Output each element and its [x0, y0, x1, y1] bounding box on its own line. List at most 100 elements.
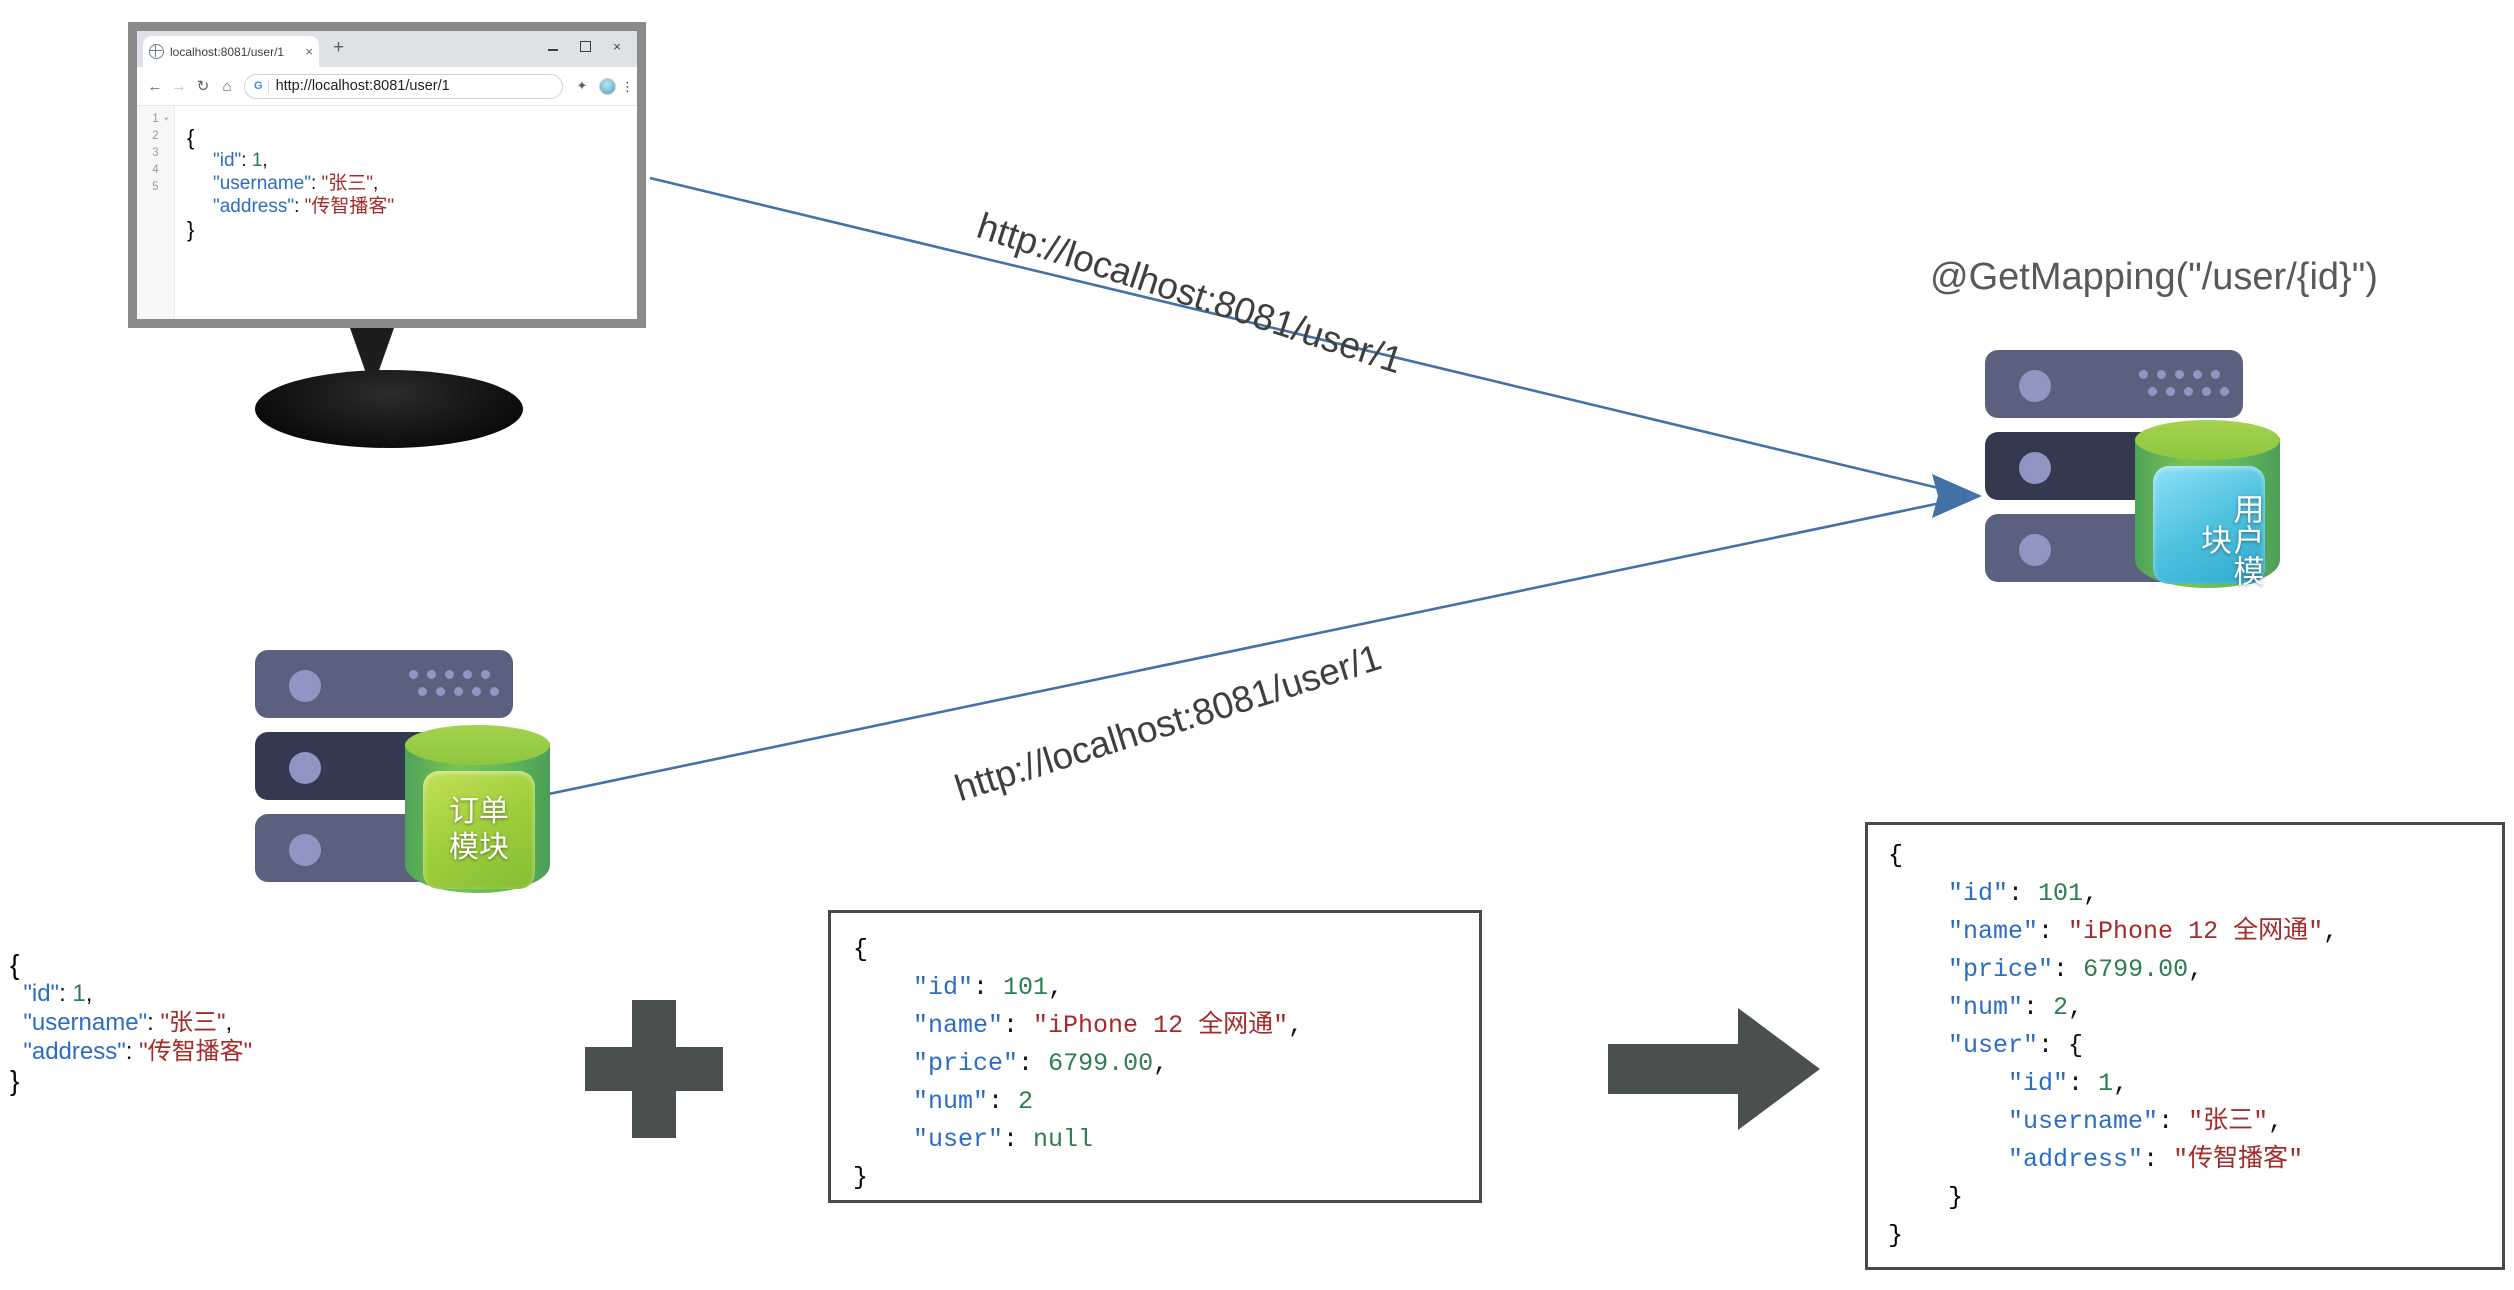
json-row: "id": 1, [10, 979, 252, 1008]
connector-order-to-user [519, 498, 1956, 802]
json-value: "张三" [2188, 1107, 2269, 1136]
json-row: "address": "传智播客" [187, 195, 637, 218]
monitor-stand-base [255, 370, 523, 448]
merged-json-box: { "id": 101, "name": "iPhone 12 全网通", "p… [1865, 822, 2505, 1270]
json-row: "price": 6799.00, [1888, 951, 2502, 989]
json-comma: , [2113, 1069, 2129, 1098]
json-sep: : [2008, 879, 2039, 908]
json-code: { "id": 1, "username": "张三", "address": … [175, 106, 637, 319]
order-json-box: { "id": 101, "name": "iPhone 12 全网通", "p… [828, 910, 1482, 1203]
browser-tab[interactable]: localhost:8081/user/1 × [143, 36, 319, 67]
json-comma: , [2323, 917, 2339, 946]
json-open-brace: { [1888, 841, 1904, 870]
json-key: "address" [23, 1038, 126, 1065]
json-key: "username" [23, 1009, 148, 1036]
json-value: 2 [1018, 1087, 1034, 1116]
json-comma: , [373, 173, 379, 194]
line-number: 3 [152, 147, 159, 159]
order-module-server: 订单 模块 [255, 650, 550, 893]
json-value: "张三" [160, 1009, 226, 1036]
json-close-brace: } [10, 1065, 20, 1096]
json-sep: : [1018, 1049, 1049, 1078]
tab-title: localhost:8081/user/1 [170, 44, 285, 59]
json-comma: , [2068, 993, 2084, 1022]
json-row: "username": "张三", [1888, 1103, 2502, 1141]
chevron-down-icon[interactable]: ▾ [164, 111, 168, 128]
json-row: "num": 2 [853, 1083, 1479, 1121]
module-badge: 用户模块 [2153, 466, 2265, 586]
json-value: "iPhone 12 全网通" [2068, 917, 2324, 946]
server-rack-top [255, 650, 513, 718]
order-label-line1: 订单 [449, 794, 509, 829]
json-sep: : [2023, 993, 2054, 1022]
json-value: 101 [1003, 973, 1049, 1002]
close-icon[interactable]: × [305, 44, 313, 59]
json-key: "username" [213, 173, 311, 194]
forward-icon[interactable]: → [167, 74, 191, 98]
address-bar[interactable]: G http://localhost:8081/user/1 [244, 73, 563, 99]
close-window-icon[interactable]: × [601, 33, 633, 59]
module-badge: 订单 模块 [423, 771, 535, 889]
server-led-icon [289, 752, 321, 784]
line-number: 1 ▾ [137, 111, 174, 128]
json-comma: , [1153, 1049, 1169, 1078]
plus-icon [585, 1000, 723, 1138]
arrowhead-to-user-module [1932, 474, 1982, 518]
json-row: "address": "传智播客" [1888, 1141, 2502, 1179]
json-response-viewer: 1 ▾ 2 3 4 5 { "id": 1, "username": "张三",… [137, 106, 637, 319]
json-key: "id" [213, 150, 242, 171]
new-tab-button[interactable]: + [333, 38, 344, 57]
browser-window[interactable]: localhost:8081/user/1 × + × ← → ↻ ⌂ G ht… [128, 22, 646, 328]
json-close-brace: } [1888, 1221, 1904, 1250]
json-comma: , [2083, 879, 2099, 908]
order-label-line2: 模块 [449, 830, 509, 865]
json-value: { [2068, 1031, 2084, 1060]
json-value: 101 [2038, 879, 2084, 908]
json-sep: : [2053, 955, 2084, 984]
database-cylinder-icon: 用户模块 [2135, 420, 2280, 600]
globe-icon [148, 43, 164, 59]
kebab-menu-icon[interactable]: ⋮ [621, 80, 634, 93]
json-value: 6799.00 [1048, 1049, 1154, 1078]
line-number-text: 1 [152, 113, 159, 125]
json-comma: , [262, 150, 268, 171]
json-inner-brace-text: } [1948, 1183, 1964, 1212]
json-key: "user" [913, 1125, 1004, 1154]
json-key: "num" [1948, 993, 2024, 1022]
json-row: "username": "张三", [10, 1008, 252, 1037]
google-icon: G [254, 79, 263, 92]
minimize-icon[interactable] [537, 33, 569, 59]
browser-tabstrip: localhost:8081/user/1 × + × [137, 31, 637, 67]
json-key: "id" [2008, 1069, 2069, 1098]
json-open-brace: { [10, 949, 20, 980]
json-value: "iPhone 12 全网通" [1033, 1011, 1289, 1040]
json-row: "username": "张三", [187, 172, 637, 195]
result-arrow-icon [1608, 1008, 1820, 1130]
line-number: 2 [152, 130, 159, 142]
home-icon[interactable]: ⌂ [215, 74, 239, 98]
line-number: 5 [152, 181, 159, 193]
server-led-icon [2019, 452, 2051, 484]
json-comma: , [225, 1009, 233, 1036]
avatar[interactable] [599, 77, 616, 95]
json-key: "price" [913, 1049, 1019, 1078]
json-key: "address" [2008, 1145, 2144, 1174]
json-sep: : [59, 980, 73, 1007]
json-value: null [1033, 1125, 1094, 1154]
browser-toolbar: ← → ↻ ⌂ G http://localhost:8081/user/1 ✦… [137, 67, 637, 106]
url-text: http://localhost:8081/user/1 [275, 78, 450, 94]
json-comma: , [1288, 1011, 1304, 1040]
extensions-icon[interactable]: ✦ [570, 74, 594, 98]
maximize-icon[interactable] [569, 33, 601, 59]
json-close-brace: } [187, 217, 195, 242]
json-comma: , [2188, 955, 2204, 984]
back-icon[interactable]: ← [143, 74, 167, 98]
json-value: "传智播客" [304, 196, 395, 217]
reload-icon[interactable]: ↻ [191, 74, 215, 98]
json-sep: : [2068, 1069, 2099, 1098]
getmapping-annotation: @GetMapping("/user/{id}") [1930, 256, 2378, 298]
json-sep: : [147, 1009, 161, 1036]
request-url-label-top: http://localhost:8081/user/1 [972, 205, 1408, 382]
json-row: "price": 6799.00, [853, 1045, 1479, 1083]
json-open-brace: { [853, 935, 869, 964]
